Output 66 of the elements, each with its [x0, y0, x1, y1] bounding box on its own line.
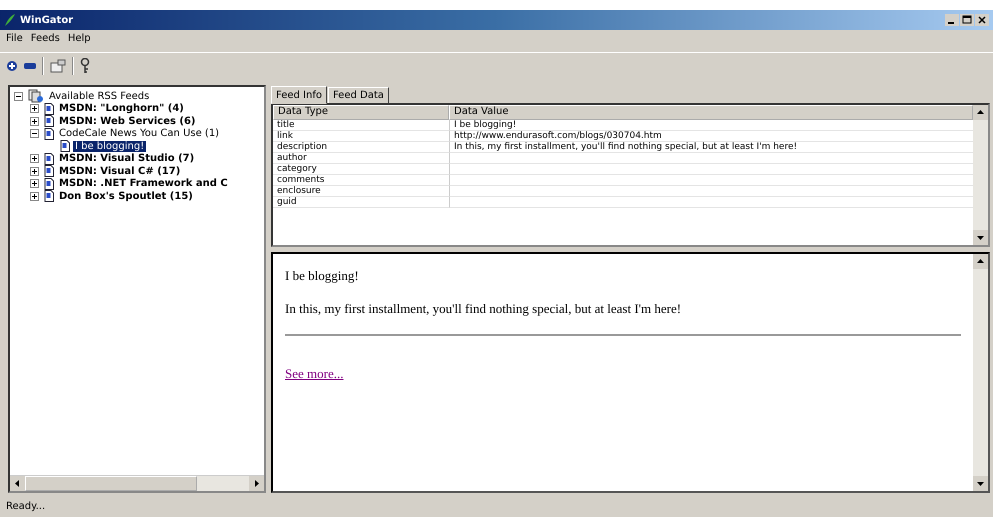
menu-item[interactable]: Help — [68, 33, 91, 47]
collapse-toggle[interactable] — [14, 92, 23, 101]
feed-tree-item[interactable]: CodeCale News You Can Use (1) — [57, 128, 222, 140]
expand-toggle[interactable] — [30, 154, 39, 164]
remove-icon[interactable] — [24, 62, 36, 70]
expand-toggle[interactable] — [30, 104, 39, 114]
table-cell: author — [273, 153, 449, 164]
feed-tree-item[interactable]: MSDN: "Longhorn" (4) — [57, 103, 186, 114]
preview-text: In this, my first installment, you'll find nothing special, but at least I'm here! — [285, 301, 682, 317]
table-cell: comments — [273, 175, 449, 186]
window-title: WinGator — [20, 14, 74, 26]
document-icon — [44, 178, 54, 190]
table-cell: I be blogging! — [449, 120, 973, 131]
feed-tree-item[interactable]: MSDN: Web Services (6) — [57, 116, 198, 127]
window-icon[interactable] — [50, 59, 66, 73]
table-cell: title — [273, 120, 449, 131]
tab[interactable]: Feed Info — [271, 86, 327, 104]
document-icon — [44, 165, 54, 178]
table-cell: link — [273, 131, 449, 142]
scroll-thumb[interactable] — [25, 476, 197, 491]
maximize-icon[interactable] — [960, 14, 974, 26]
scroll-down-icon[interactable] — [973, 476, 988, 491]
feather-icon — [4, 13, 16, 27]
expand-toggle[interactable] — [30, 192, 39, 201]
scroll-left-icon[interactable] — [10, 476, 25, 491]
table-cell: In this, my first installment, you'll find nothing special, but at least I'm here! — [449, 142, 973, 153]
horizontal-scrollbar[interactable] — [10, 475, 264, 491]
menu-item[interactable]: File — [6, 33, 23, 47]
document-icon — [44, 152, 54, 165]
key-icon[interactable] — [80, 58, 90, 74]
feed-tree-item[interactable]: I be blogging! — [73, 140, 146, 152]
document-icon — [44, 128, 54, 140]
minimize-icon[interactable] — [945, 14, 959, 26]
table-cell: guid — [273, 197, 449, 208]
see-more-link[interactable]: See more... — [285, 366, 344, 381]
vertical-scrollbar[interactable] — [973, 105, 988, 245]
feed-tree-item[interactable]: MSDN: Visual C# (17) — [57, 166, 182, 177]
menu-item[interactable]: Feeds — [30, 33, 60, 47]
scroll-right-icon[interactable] — [249, 476, 264, 491]
feed-tree-item[interactable]: MSDN: .NET Framework and C — [57, 178, 230, 190]
table-cell: category — [273, 164, 449, 175]
close-icon[interactable] — [975, 14, 989, 26]
document-icon — [44, 190, 54, 202]
add-icon[interactable] — [6, 60, 18, 72]
document-icon — [60, 140, 70, 152]
tab[interactable]: Feed Data — [328, 87, 389, 103]
table-cell: description — [273, 142, 449, 153]
expand-toggle[interactable] — [30, 166, 39, 176]
feed-tree-item[interactable]: MSDN: Visual Studio (7) — [57, 153, 196, 164]
scroll-up-icon[interactable] — [973, 105, 988, 120]
column-header[interactable]: Data Type — [273, 105, 449, 120]
document-icon — [44, 115, 54, 128]
feed-tree-root[interactable]: Available RSS Feeds — [47, 90, 152, 102]
scroll-down-icon[interactable] — [973, 230, 988, 245]
preview-title: I be blogging! — [285, 268, 360, 284]
status-text: Ready... — [6, 500, 46, 512]
table-cell: enclosure — [273, 186, 449, 197]
expand-toggle[interactable] — [30, 116, 39, 126]
feeds-icon — [28, 89, 44, 104]
scroll-up-icon[interactable] — [973, 254, 988, 269]
column-header[interactable]: Data Value — [449, 105, 973, 120]
feed-tree-item[interactable]: Don Box's Spoutlet (15) — [57, 190, 195, 202]
expand-toggle[interactable] — [30, 179, 39, 188]
collapse-toggle[interactable] — [30, 129, 39, 138]
document-icon — [44, 102, 54, 115]
table-cell: http://www.endurasoft.com/blogs/030704.htm — [449, 131, 973, 142]
